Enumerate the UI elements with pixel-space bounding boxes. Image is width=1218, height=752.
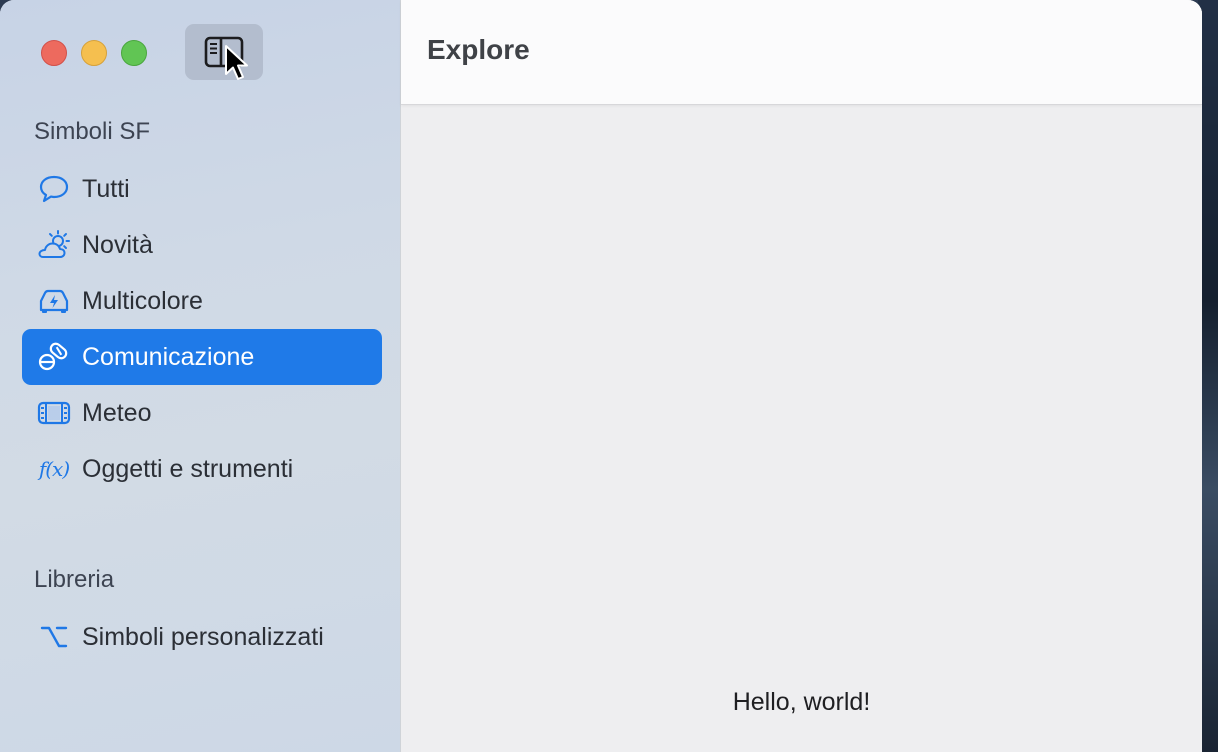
sidebar-item-label: Comunicazione [82, 342, 255, 371]
sidebar-item-tutti[interactable]: Tutti [22, 161, 382, 217]
minimize-button[interactable] [81, 40, 107, 66]
page-title: Explore [427, 34, 530, 65]
sidebar-item-comunicazione[interactable]: Comunicazione [22, 329, 382, 385]
sidebar-item-label: Multicolore [82, 286, 203, 315]
speech-bubble-icon [36, 173, 72, 205]
sidebar-item-novita[interactable]: Novità [22, 217, 382, 273]
toolbar: Explore [401, 0, 1202, 105]
film-icon [36, 397, 72, 429]
car-bolt-icon [36, 285, 72, 317]
sidebar-item-label: Simboli personalizzati [82, 622, 324, 651]
close-button[interactable] [41, 40, 67, 66]
window-controls [41, 40, 147, 66]
sidebar-item-simboli-personalizzati[interactable]: Simboli personalizzati [22, 609, 382, 665]
option-key-icon [36, 621, 72, 653]
sidebar-item-label: Meteo [82, 398, 152, 427]
function-icon: f(x) [36, 453, 72, 485]
sidebar-item-oggetti-e-strumenti[interactable]: f(x) Oggetti e strumenti [22, 441, 382, 497]
main-content: Explore Hello, world! [401, 0, 1202, 752]
content-text: Hello, world! [732, 688, 871, 716]
section-title-simboli-sf: Simboli SF [34, 118, 151, 145]
mouse-pointer-icon [225, 45, 248, 80]
sidebar-list-simboli-sf: Tutti Novità Multicolore Comunicazione M… [22, 161, 382, 497]
section-title-libreria: Libreria [34, 566, 115, 593]
zoom-button[interactable] [121, 40, 147, 66]
pills-icon [36, 341, 72, 373]
sidebar-item-label: Oggetti e strumenti [82, 454, 294, 483]
sidebar-item-multicolore[interactable]: Multicolore [22, 273, 382, 329]
sidebar: Simboli SF Tutti Novità Multicolore Comu… [0, 0, 401, 752]
app-window: Simboli SF Tutti Novità Multicolore Comu… [0, 0, 1202, 752]
sidebar-item-meteo[interactable]: Meteo [22, 385, 382, 441]
sidebar-item-label: Novità [82, 230, 153, 259]
sidebar-item-label: Tutti [82, 174, 130, 203]
function-icon-glyph: f(x) [38, 457, 70, 481]
sidebar-list-libreria: Simboli personalizzati [22, 609, 382, 665]
cloud-sun-icon [36, 229, 72, 261]
